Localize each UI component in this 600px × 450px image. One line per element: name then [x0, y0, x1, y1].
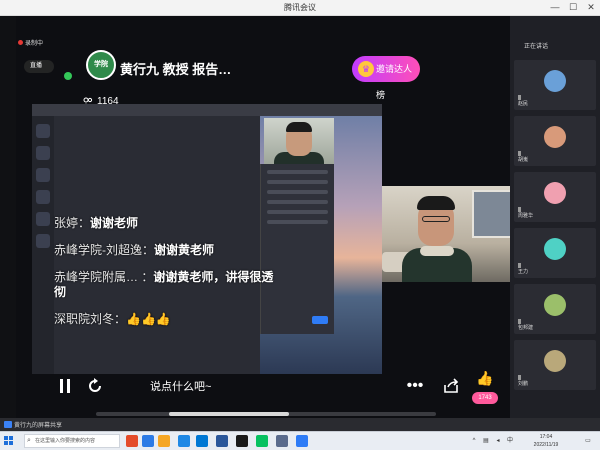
participant-tile[interactable]: 周雅华: [514, 172, 596, 222]
chevron-up-icon[interactable]: ^: [470, 437, 478, 445]
taskbar-app[interactable]: [126, 435, 138, 447]
refresh-icon[interactable]: [84, 375, 106, 397]
participant-name: 胡嵬: [518, 157, 529, 163]
playback-controls: 说点什么吧~ ••• 👍 1743: [54, 370, 504, 404]
title-bar: 腾讯会议 — ☐ ✕: [0, 0, 600, 16]
scrollbar-track[interactable]: [96, 412, 436, 416]
taskbar-app[interactable]: [216, 435, 228, 447]
taskbar-app[interactable]: [196, 435, 208, 447]
avatar: [544, 350, 566, 372]
volume-icon[interactable]: ◂: [494, 437, 502, 445]
taskbar-app[interactable]: [276, 435, 288, 447]
live-badge: 直播: [24, 60, 54, 73]
participant-tile[interactable]: 刘鹏: [514, 340, 596, 390]
ime-icon[interactable]: 中: [506, 437, 514, 445]
avatar: [544, 182, 566, 204]
taskbar-app[interactable]: [256, 435, 268, 447]
thumbs-up-icon: 👍: [476, 370, 494, 386]
participant-name: 包邦建: [518, 325, 534, 331]
chat-message: 赤峰学院附属… ：谢谢黄老师，讲得很透彻: [54, 270, 274, 299]
avatar: [544, 70, 566, 92]
participant-name: 刘鹏: [518, 381, 529, 387]
avatar: [544, 294, 566, 316]
host-logo: 学院: [86, 50, 116, 80]
taskbar-app[interactable]: [142, 435, 154, 447]
screen-share-label: 黄行九的屏幕共享: [14, 423, 63, 429]
network-icon[interactable]: ▤: [482, 437, 490, 445]
participant-name: 周雅华: [518, 213, 534, 219]
recording-label: 录制中: [25, 41, 44, 47]
avatar: [544, 238, 566, 260]
taskbar: ⌕ 在这里输入你要搜索的内容 ^ ▤ ◂ 中 17:04 2022/11/19 …: [0, 431, 600, 450]
more-icon[interactable]: •••: [404, 375, 426, 397]
clock-time: 17:04: [539, 434, 553, 440]
taskbar-app[interactable]: [178, 435, 190, 447]
chat-message: 赤峰学院-刘超逸：谢谢黄老师: [54, 243, 215, 257]
invite-ranking-button[interactable]: ♛ 邀请达人榜: [352, 56, 420, 100]
taskbar-clock[interactable]: 17:04 2022/11/19: [524, 433, 568, 449]
search-icon: ⌕: [27, 437, 31, 444]
chat-input[interactable]: 说点什么吧~: [150, 378, 211, 394]
send-button: [312, 316, 328, 324]
presenter-camera[interactable]: [382, 186, 514, 282]
participant-name: 赵民: [518, 101, 529, 107]
taskbar-app[interactable]: [158, 435, 170, 447]
left-edge: [0, 16, 16, 418]
recording-indicator[interactable]: 录制中: [18, 38, 43, 47]
chat-overlay: 张婷：谢谢老师 赤峰学院-刘超逸：谢谢黄老师 赤峰学院附属… ：谢谢黄老师，讲得…: [54, 216, 274, 339]
speaking-label: 正在讲话: [524, 44, 549, 50]
taskbar-app[interactable]: [236, 435, 248, 447]
scrollbar-thumb[interactable]: [169, 412, 289, 416]
online-dot-icon: [64, 72, 72, 80]
like-button[interactable]: 👍 1743: [472, 370, 498, 406]
start-button[interactable]: [4, 436, 14, 446]
invite-label: 邀请达人榜: [376, 64, 413, 100]
window-title: 腾讯会议: [284, 3, 316, 12]
screen-share-icon: [4, 421, 12, 428]
trophy-icon: ♛: [358, 61, 374, 77]
like-count: 1743: [472, 392, 498, 404]
participant-tile[interactable]: 赵民: [514, 60, 596, 110]
participant-tile[interactable]: 包邦建: [514, 284, 596, 334]
video-stage: 录制中 直播 学院 黄行九 教授 报告… 1164 ♛ 邀请达人榜 张婷：谢谢老…: [16, 16, 514, 418]
clock-date: 2022/11/19: [533, 442, 559, 448]
close-button[interactable]: ✕: [584, 1, 598, 14]
speaking-header: 正在讲话: [510, 36, 600, 56]
taskbar-app[interactable]: [296, 435, 308, 447]
minimize-button[interactable]: —: [548, 1, 562, 14]
share-icon[interactable]: [440, 375, 462, 397]
notification-icon[interactable]: ▭: [584, 437, 592, 445]
shared-screen-toolbar: [32, 104, 382, 116]
participant-name: 王力: [518, 269, 529, 275]
participant-tile[interactable]: 胡嵬: [514, 116, 596, 166]
record-dot-icon: [18, 40, 23, 45]
chat-message: 深职院刘冬：👍👍👍: [54, 312, 171, 326]
maximize-button[interactable]: ☐: [566, 1, 580, 14]
presenter-thumbnail: [264, 118, 334, 164]
avatar: [544, 126, 566, 148]
shared-screen-sidebar: [32, 116, 54, 374]
taskbar-search-input[interactable]: ⌕ 在这里输入你要搜索的内容: [24, 434, 120, 448]
host-name[interactable]: 黄行九 教授 报告…: [120, 59, 231, 78]
chat-message: 张婷：谢谢老师: [54, 216, 139, 230]
screen-share-banner: 黄行九的屏幕共享: [0, 418, 600, 431]
participant-tile[interactable]: 王力: [514, 228, 596, 278]
pause-icon[interactable]: [54, 375, 76, 397]
participant-panel: 正在讲话 赵民 胡嵬 周雅华 王力 包邦建 刘鹏: [510, 16, 600, 418]
